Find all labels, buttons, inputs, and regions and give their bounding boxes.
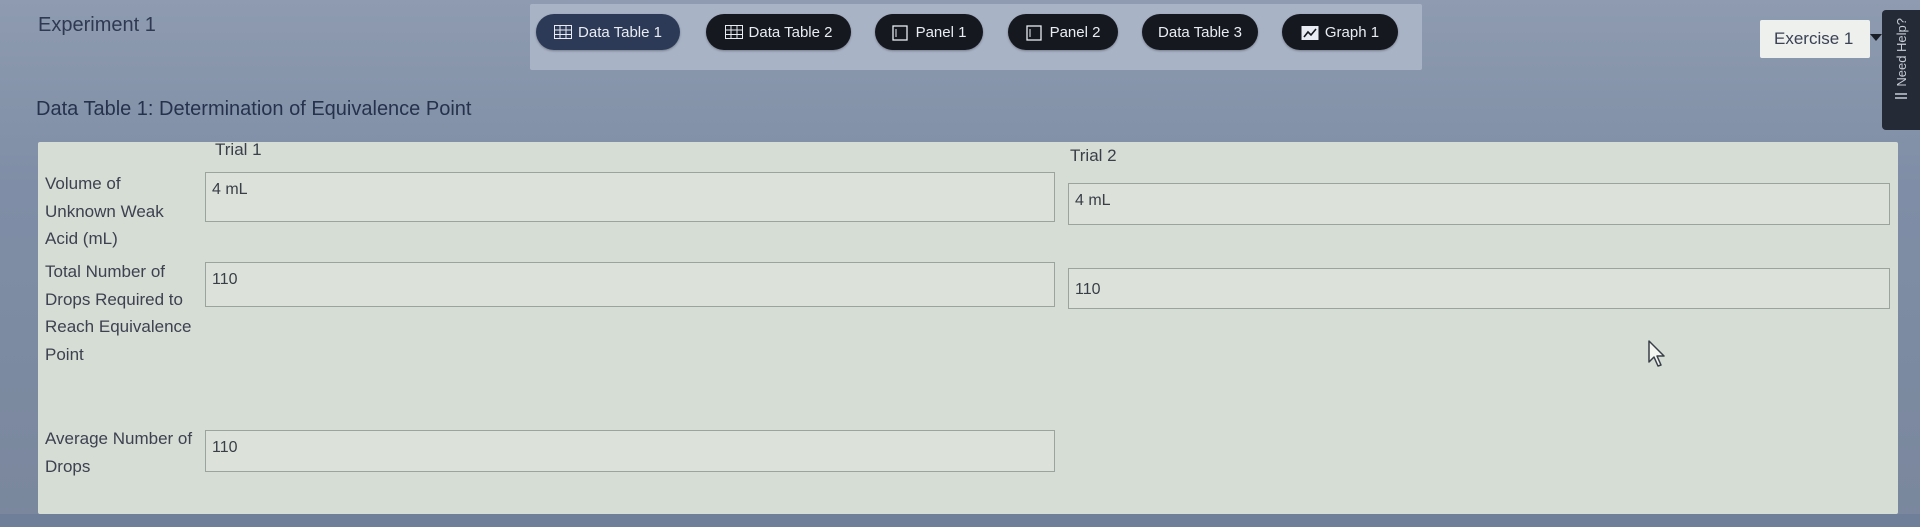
panel-icon	[1025, 25, 1044, 41]
average-drops-input[interactable]: 110	[205, 430, 1055, 472]
tab-panel-2[interactable]: Panel 2	[1008, 14, 1118, 50]
top-bar: Experiment 1 Data Table 1 Data Table 2 P…	[0, 0, 1920, 130]
column-header-trial-1: Trial 1	[215, 140, 262, 159]
bottom-strip	[0, 514, 1920, 527]
table-icon	[554, 25, 573, 39]
tab-label: Data Table 1	[578, 23, 662, 41]
chevron-down-icon	[1870, 34, 1882, 41]
tab-data-table-1[interactable]: Data Table 1	[536, 14, 680, 50]
row-label-total-drops: Total Number of Drops Required to Reach …	[45, 262, 192, 364]
row-label-volume: Volume of Unknown Weak Acid (mL)	[45, 174, 164, 248]
tab-panel-1[interactable]: Panel 1	[875, 14, 983, 50]
experiment-title: Experiment 1	[38, 14, 156, 36]
graph-icon	[1301, 25, 1319, 40]
data-table-title: Data Table 1: Determination of Equivalen…	[36, 98, 472, 120]
menu-icon	[1895, 91, 1907, 105]
tab-label: Data Table 3	[1158, 23, 1242, 41]
need-help-tab[interactable]: Need Help?	[1882, 10, 1920, 130]
trial-1-volume-input[interactable]: 4 mL	[205, 172, 1055, 222]
row-label-average-drops: Average Number of Drops	[45, 429, 193, 476]
tab-graph-1[interactable]: Graph 1	[1282, 14, 1398, 50]
tab-strip: Data Table 1 Data Table 2 Panel 1 Panel …	[530, 4, 1422, 70]
table-icon	[724, 25, 743, 39]
tab-label: Panel 2	[1049, 23, 1101, 41]
exercise-select[interactable]: Exercise 1	[1760, 20, 1882, 58]
tab-label: Panel 1	[915, 23, 967, 41]
column-header-trial-2: Trial 2	[1070, 146, 1117, 165]
exercise-select-label: Exercise 1	[1774, 29, 1854, 48]
tab-label: Graph 1	[1324, 23, 1380, 41]
tab-data-table-3[interactable]: Data Table 3	[1142, 14, 1258, 50]
panel-icon	[891, 25, 910, 41]
need-help-label: Need Help?	[1893, 18, 1909, 87]
tab-label: Data Table 2	[748, 23, 833, 41]
mouse-cursor-icon	[1648, 340, 1668, 373]
trial-2-drops-input[interactable]: 110	[1068, 268, 1890, 309]
trial-1-drops-input[interactable]: 110	[205, 262, 1055, 307]
trial-2-volume-input[interactable]: 4 mL	[1068, 183, 1890, 225]
tab-data-table-2[interactable]: Data Table 2	[706, 14, 851, 50]
